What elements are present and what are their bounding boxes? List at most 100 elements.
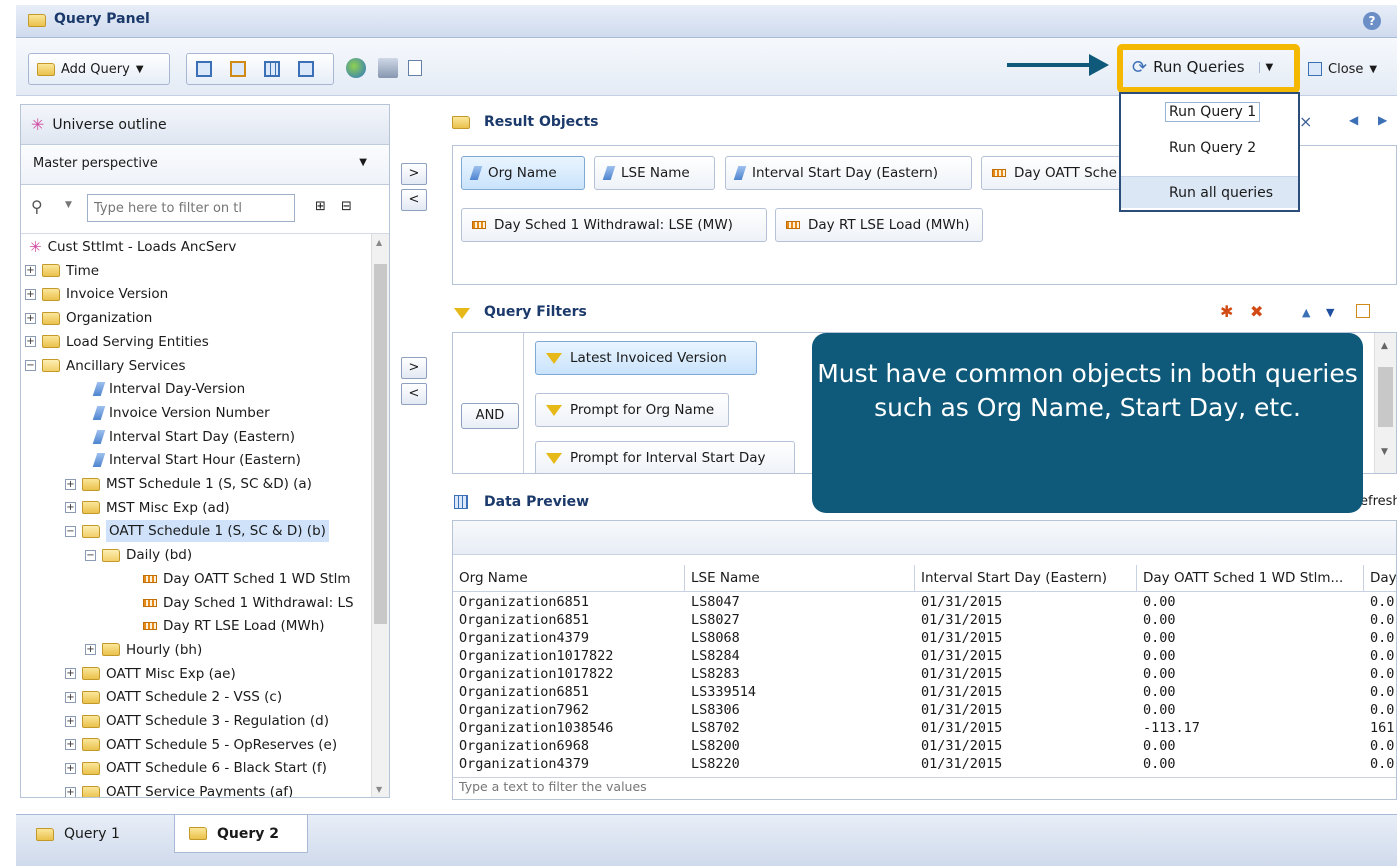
tree-item[interactable]: + Organization [25, 307, 152, 329]
tree-item[interactable]: + Time [25, 260, 99, 282]
universe-filter-input[interactable] [87, 194, 295, 222]
filters-scrollbar-thumb[interactable] [1378, 367, 1393, 427]
outline-view-icon[interactable] [196, 61, 212, 77]
tab-query-2[interactable]: Query 2 [174, 815, 309, 853]
expand-toggle-icon[interactable]: + [65, 739, 76, 751]
sql-icon[interactable] [408, 60, 422, 76]
expand-toggle-icon[interactable]: − [85, 549, 96, 561]
expand-toggle-icon[interactable]: − [25, 360, 36, 371]
column-header[interactable]: Org Name [453, 565, 685, 591]
expand-toggle-icon[interactable]: + [85, 644, 96, 656]
expand-toggle-icon[interactable]: − [65, 525, 76, 537]
result-chip-lse-name[interactable]: LSE Name [594, 156, 715, 190]
expand-toggle-icon[interactable]: + [65, 691, 76, 703]
tree-item[interactable]: + MST Misc Exp (ad) [65, 497, 230, 519]
move-down-icon[interactable]: ▼ [1326, 306, 1334, 319]
result-chip-day-rt-lse-load[interactable]: Day RT LSE Load (MWh) [775, 208, 983, 242]
expand-toggle-icon[interactable]: + [65, 502, 76, 514]
tree-scrollbar-thumb[interactable] [374, 264, 387, 624]
expand-toggle-icon[interactable]: + [65, 762, 76, 774]
menu-item-run-query-1[interactable]: Run Query 1 [1121, 96, 1298, 128]
result-chip-day-sched-withdrawal[interactable]: Day Sched 1 Withdrawal: LSE (MW) [461, 208, 767, 242]
tree-item[interactable]: Invoice Version Number [92, 402, 270, 424]
scroll-down-icon[interactable]: ▼ [376, 785, 382, 794]
preview-view-icon[interactable] [298, 61, 314, 77]
tree-item[interactable]: + OATT Schedule 2 - VSS (c) [65, 686, 282, 708]
help-icon[interactable]: ? [1363, 12, 1381, 30]
filter-view-icon[interactable] [230, 61, 246, 77]
grid-filter-hint[interactable]: Type a text to filter the values [453, 777, 1396, 799]
menu-item-run-all-queries[interactable]: Run all queries [1121, 176, 1298, 208]
universe-icon[interactable] [346, 58, 366, 78]
perspective-select[interactable]: Master perspective ▼ [21, 145, 389, 185]
add-query-button[interactable]: Add Query ▼ [28, 53, 170, 85]
remove-filters-icon[interactable]: ✖ [1250, 302, 1263, 321]
filter-prompt-interval-start-day[interactable]: Prompt for Interval Start Day [535, 441, 795, 473]
tree-item[interactable]: Day RT LSE Load (MWh) [143, 615, 325, 637]
grid-view-icon[interactable] [264, 61, 280, 77]
remove-all-icon[interactable]: ⨯ [1299, 112, 1312, 131]
add-filter-button[interactable]: > [401, 357, 427, 379]
add-result-object-button[interactable]: > [401, 163, 427, 185]
expand-toggle-icon[interactable]: + [65, 668, 76, 680]
tree-item[interactable]: + OATT Service Payments (af) [65, 781, 293, 797]
tree-item[interactable]: Day OATT Sched 1 WD Stlm [143, 568, 350, 590]
column-header[interactable]: Interval Start Day (Eastern) [915, 565, 1137, 591]
result-chip-org-name[interactable]: Org Name [461, 156, 585, 190]
move-left-icon[interactable]: ◀ [1349, 113, 1358, 127]
column-header[interactable]: LSE Name [685, 565, 915, 591]
tree-item[interactable]: ✳ Cust Sttlmt - Loads AncServ [29, 236, 236, 258]
filter-grid-icon[interactable] [1356, 304, 1370, 318]
tree-item[interactable]: Interval Day-Version [92, 378, 245, 400]
column-header[interactable]: Day OATT Sched 1 WD Stlm... [1137, 565, 1364, 591]
search-options-icon[interactable]: ⚲ [31, 197, 43, 216]
scroll-up-icon[interactable]: ▲ [376, 238, 382, 247]
refresh-link[interactable]: efresh [1360, 494, 1397, 509]
tree-item[interactable]: − Daily (bd) [85, 544, 192, 566]
remove-filter-button[interactable]: < [401, 383, 427, 405]
tree-scrollbar[interactable]: ▲ ▼ [371, 234, 389, 797]
tree-item[interactable]: + Load Serving Entities [25, 331, 209, 353]
expand-toggle-icon[interactable]: + [25, 312, 36, 324]
expand-toggle-icon[interactable]: + [65, 786, 76, 797]
tree-item[interactable]: + OATT Misc Exp (ae) [65, 663, 236, 685]
chevron-down-icon[interactable]: ▼ [65, 200, 72, 210]
add-filter-icon[interactable]: ✱ [1220, 302, 1233, 321]
expand-toggle-icon[interactable]: + [65, 715, 76, 727]
tree-item[interactable]: + OATT Schedule 5 - OpReserves (e) [65, 734, 337, 756]
tree-item[interactable]: Interval Start Day (Eastern) [92, 426, 295, 448]
tree-item[interactable]: + MST Schedule 1 (S, SC &D) (a) [65, 473, 312, 495]
remove-result-object-button[interactable]: < [401, 189, 427, 211]
expand-toggle-icon[interactable]: + [25, 265, 36, 277]
menu-item-run-query-2[interactable]: Run Query 2 [1121, 132, 1298, 164]
expand-toggle-icon[interactable]: + [65, 478, 76, 490]
folder-icon [102, 643, 120, 657]
tab-query-1[interactable]: Query 1 [22, 819, 134, 849]
expand-all-icon[interactable]: ⊞ [315, 199, 326, 214]
tree-item[interactable]: − OATT Schedule 1 (S, SC & D) (b) [65, 520, 329, 543]
expand-toggle-icon[interactable]: + [25, 336, 36, 348]
tree-item[interactable]: − Ancillary Services [25, 355, 186, 377]
filters-scrollbar[interactable]: ▲ ▼ [1374, 333, 1396, 473]
move-right-icon[interactable]: ▶ [1378, 113, 1387, 127]
collapse-all-icon[interactable]: ⊟ [341, 199, 352, 214]
filter-latest-invoiced-version[interactable]: Latest Invoiced Version [535, 341, 757, 375]
scroll-down-icon[interactable]: ▼ [1381, 447, 1388, 457]
tree-item[interactable]: Day Sched 1 Withdrawal: LS [143, 592, 354, 614]
column-header[interactable]: Day [1364, 565, 1396, 591]
folder-icon [42, 264, 60, 278]
result-chip-day-oatt-sched[interactable]: Day OATT Sche [981, 156, 1131, 190]
expand-toggle-icon[interactable]: + [25, 288, 36, 300]
move-up-icon[interactable]: ▲ [1302, 306, 1310, 319]
filter-prompt-org-name[interactable]: Prompt for Org Name [535, 393, 729, 427]
tree-item[interactable]: Interval Start Hour (Eastern) [92, 449, 301, 471]
filter-operator-and[interactable]: AND [461, 403, 519, 429]
scroll-up-icon[interactable]: ▲ [1381, 341, 1388, 351]
properties-icon[interactable] [378, 58, 398, 78]
close-button[interactable]: Close ▼ [1300, 53, 1397, 85]
result-chip-interval-start-day[interactable]: Interval Start Day (Eastern) [725, 156, 972, 190]
tree-item[interactable]: + Hourly (bh) [85, 639, 202, 661]
tree-item[interactable]: + Invoice Version [25, 283, 168, 305]
tree-item[interactable]: + OATT Schedule 3 - Regulation (d) [65, 710, 329, 732]
tree-item[interactable]: + OATT Schedule 6 - Black Start (f) [65, 757, 327, 779]
